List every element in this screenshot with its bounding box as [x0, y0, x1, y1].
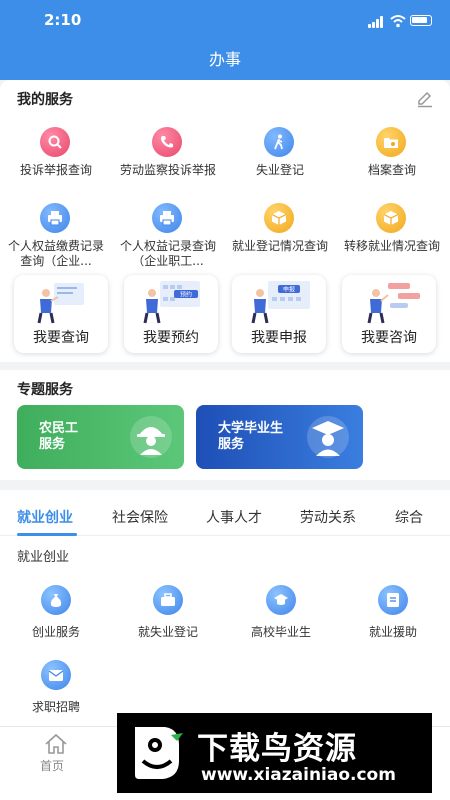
banner-line: 服务 — [218, 437, 245, 452]
edit-icon[interactable] — [416, 90, 434, 108]
wifi-icon — [390, 15, 406, 28]
watermark-url: www.xiazainiao.com — [201, 765, 396, 785]
service-payment-record-query[interactable]: 个人权益缴费记录查询（企业... — [0, 203, 112, 283]
service-label: 个人权益缴费记录查询（企业... — [7, 239, 104, 268]
migrant-worker-banner[interactable]: 农民工 服务 — [17, 405, 184, 469]
phone-icon — [152, 127, 182, 157]
bird-logo-icon — [135, 727, 183, 779]
folder-icon — [376, 127, 406, 157]
status-time: 2:10 — [44, 11, 82, 29]
walk-icon — [264, 127, 294, 157]
banner-line: 农民工 — [39, 421, 79, 436]
service-label: 失业登记 — [255, 163, 304, 177]
signal-icon — [368, 16, 384, 28]
service-rights-record-query[interactable]: 个人权益记录查询（企业职工... — [112, 203, 224, 283]
my-services-title: 我的服务 — [17, 92, 73, 108]
mail-icon — [41, 660, 71, 690]
quick-query-label: 我要查询 — [33, 330, 89, 346]
declare-illustration-icon: 申报 — [251, 281, 310, 324]
service-label: 就业登记情况查询 — [231, 239, 328, 253]
service-complaint-query[interactable]: 投诉举报查询 — [0, 127, 112, 207]
appointment-illustration-icon: 预约 — [143, 281, 200, 324]
category-subtitle: 就业创业 — [17, 550, 70, 565]
graduation-cap-icon — [307, 416, 349, 458]
service-label: 投诉举报查询 — [19, 163, 92, 177]
battery-icon — [410, 15, 432, 26]
quick-consult-button[interactable]: 我要咨询 — [342, 275, 436, 353]
service-label: 劳动监察投诉举报 — [119, 163, 216, 177]
printer-icon — [152, 203, 182, 233]
quick-query-button[interactable]: 我要查询 — [14, 275, 108, 353]
appointment-tag: 预约 — [180, 291, 192, 299]
service-label: 转移就业情况查询 — [343, 239, 440, 253]
category-label: 创业服务 — [31, 625, 80, 639]
declare-tag: 申报 — [283, 286, 295, 294]
box-icon — [376, 203, 406, 233]
graduate-banner[interactable]: 大学毕业生 服务 — [196, 405, 363, 469]
quick-declare-button[interactable]: 申报 我要申报 — [232, 275, 326, 353]
category-tabs-card: 就业创业 社会保险 人事人才 劳动关系 综合 就业创业 创业服务 就失业登记 高… — [0, 490, 450, 726]
service-label: 个人权益记录查询（企业职工... — [119, 239, 216, 268]
category-label: 就失业登记 — [137, 625, 198, 639]
banner-line: 服务 — [39, 437, 66, 452]
moneybag-icon — [41, 585, 71, 615]
service-labor-inspection[interactable]: 劳动监察投诉举报 — [112, 127, 224, 207]
tab-labor-relations[interactable]: 劳动关系 — [300, 507, 356, 527]
app-header: 2:10 办事 — [0, 0, 450, 80]
watermark-title: 下载鸟资源 — [197, 731, 357, 767]
worker-helmet-icon — [130, 416, 172, 458]
service-archive-query[interactable]: 档案查询 — [336, 127, 448, 207]
tab-bar: 就业创业 社会保险 人事人才 劳动关系 综合 — [0, 490, 450, 536]
quick-appointment-label: 我要预约 — [143, 330, 199, 346]
briefcase-icon — [153, 585, 183, 615]
migrant-worker-banner-text: 农民工 服务 — [39, 421, 78, 453]
status-icons — [368, 12, 432, 28]
tab-social-insurance[interactable]: 社会保险 — [112, 507, 168, 527]
service-label: 档案查询 — [367, 163, 416, 177]
special-services-title: 专题服务 — [17, 382, 73, 398]
search-icon — [40, 127, 70, 157]
quick-consult-label: 我要咨询 — [361, 330, 417, 346]
tab-personnel[interactable]: 人事人才 — [206, 507, 262, 527]
home-label: 首页 — [40, 759, 65, 773]
watermark: 下载鸟资源 www.xiazainiao.com — [117, 713, 432, 793]
page-title: 办事 — [208, 50, 241, 69]
active-tab-indicator — [17, 533, 77, 536]
banner-line: 大学毕业生 — [218, 421, 284, 436]
category-label: 求职招聘 — [31, 700, 80, 714]
service-employment-registration-query[interactable]: 就业登记情况查询 — [224, 203, 336, 283]
printer-icon — [40, 203, 70, 233]
graduation-cap-icon — [266, 585, 296, 615]
tab-employment[interactable]: 就业创业 — [17, 507, 73, 527]
query-illustration-icon — [37, 283, 84, 324]
special-services-card: 专题服务 农民工 服务 大学毕业生 服务 — [0, 370, 450, 480]
box-icon — [264, 203, 294, 233]
consult-illustration-icon — [367, 283, 420, 324]
my-services-card: 我的服务 投诉举报查询 劳动监察投诉举报 失业登记 档案查询 个人权益缴费记录查… — [0, 80, 450, 362]
status-bar: 2:10 — [0, 0, 450, 40]
category-label: 高校毕业生 — [250, 625, 311, 639]
quick-declare-label: 我要申报 — [251, 330, 307, 346]
category-label: 就业援助 — [368, 625, 417, 639]
document-icon — [378, 585, 408, 615]
quick-appointment-button[interactable]: 预约 我要预约 — [124, 275, 218, 353]
service-unemployment-registration[interactable]: 失业登记 — [224, 127, 336, 207]
graduate-banner-text: 大学毕业生 服务 — [218, 421, 283, 453]
service-transfer-employment-query[interactable]: 转移就业情况查询 — [336, 203, 448, 283]
home-icon — [45, 733, 67, 754]
tab-general[interactable]: 综合 — [395, 507, 423, 527]
